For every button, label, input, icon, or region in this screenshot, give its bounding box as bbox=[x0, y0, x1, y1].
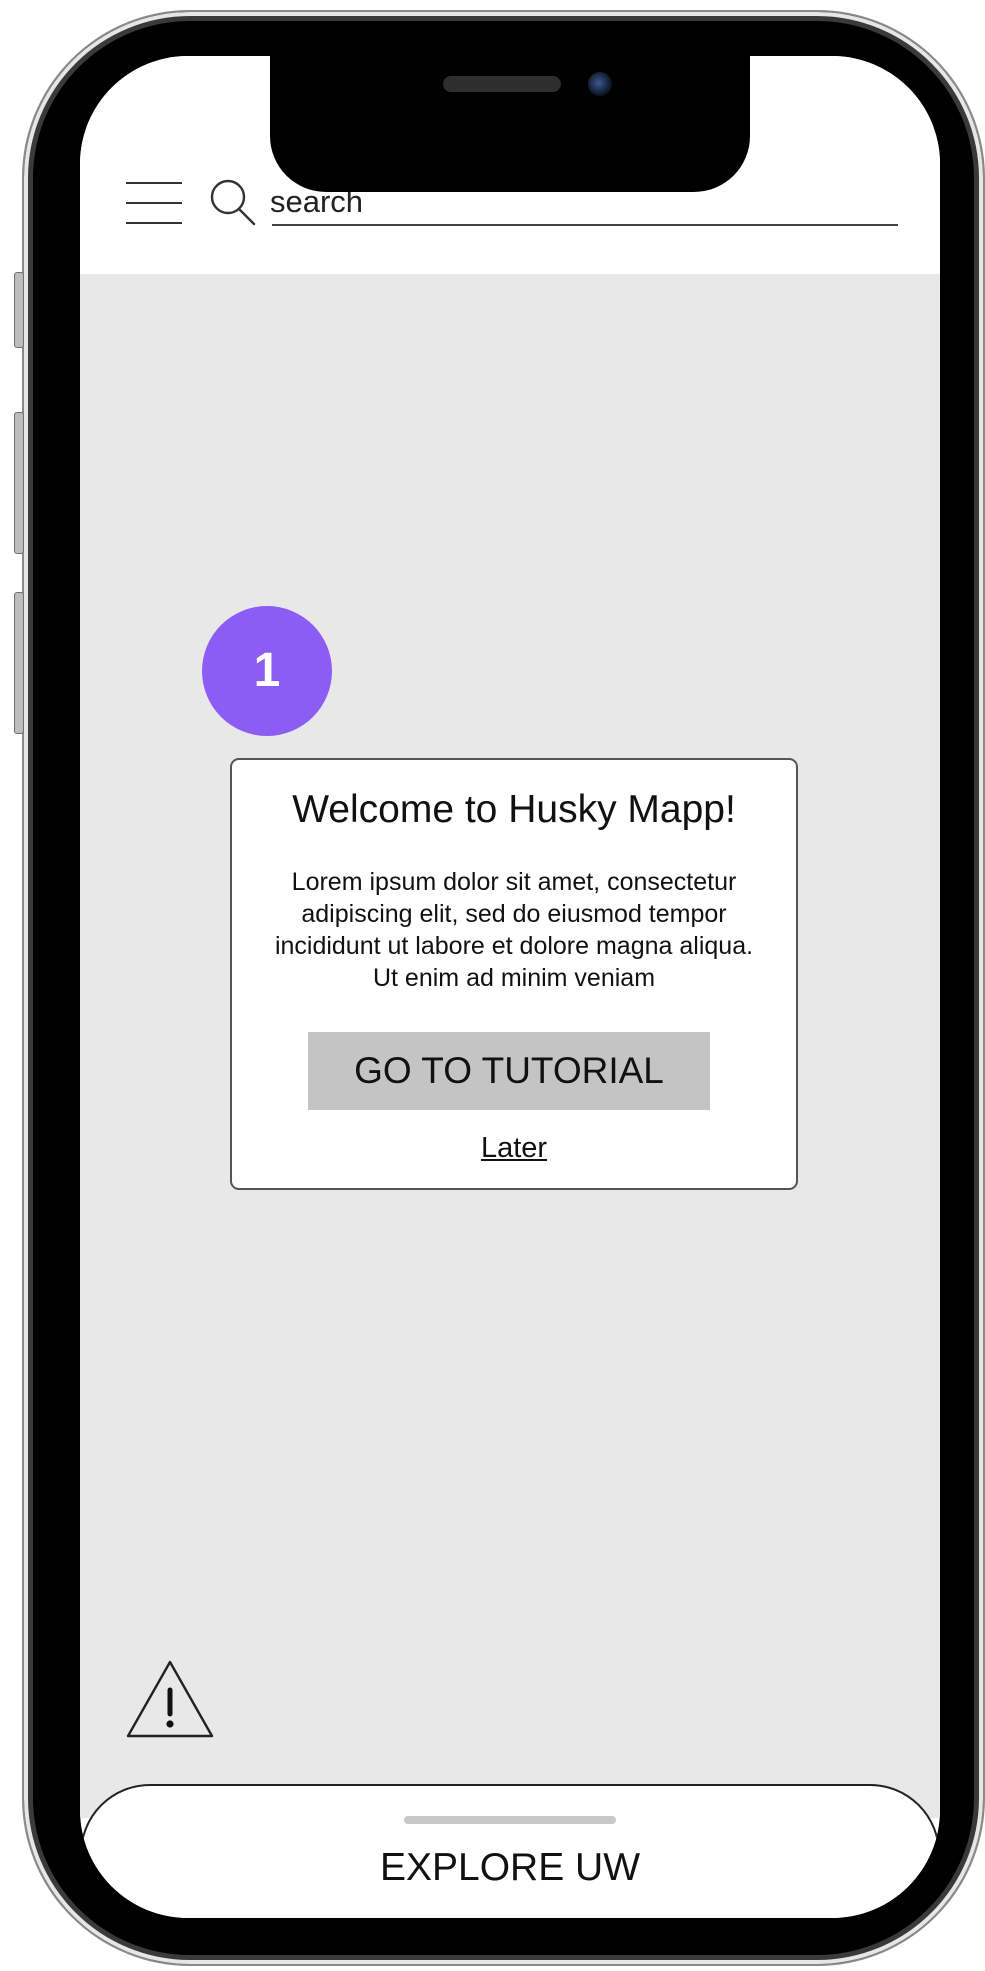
welcome-dialog: Welcome to Husky Mapp! Lorem ipsum dolor… bbox=[230, 758, 798, 1190]
later-link[interactable]: Later bbox=[232, 1130, 796, 1166]
explore-sheet-label: EXPLORE UW bbox=[379, 1846, 641, 1889]
go-to-tutorial-button[interactable]: GO TO TUTORIAL bbox=[308, 1032, 710, 1110]
search-icon[interactable] bbox=[208, 178, 256, 226]
hamburger-menu-icon[interactable] bbox=[126, 182, 182, 226]
search-underline bbox=[272, 224, 898, 226]
warning-icon[interactable] bbox=[124, 1656, 216, 1740]
phone-side-button bbox=[14, 272, 24, 348]
step-badge: 1 bbox=[202, 606, 332, 736]
earpiece-speaker bbox=[443, 76, 561, 92]
sheet-drag-handle[interactable] bbox=[404, 1816, 616, 1824]
dialog-body-text: Lorem ipsum dolor sit amet, consectetur … bbox=[274, 868, 754, 992]
dialog-title: Welcome to Husky Mapp! bbox=[292, 788, 736, 831]
front-camera bbox=[588, 72, 612, 96]
phone-volume-down-button bbox=[14, 592, 24, 734]
app-screen: search 1 Welcome to Husky Mapp! Lorem ip… bbox=[80, 56, 940, 1918]
phone-notch bbox=[270, 56, 750, 192]
phone-volume-up-button bbox=[14, 412, 24, 554]
explore-bottom-sheet[interactable]: EXPLORE UW bbox=[80, 1784, 940, 1918]
